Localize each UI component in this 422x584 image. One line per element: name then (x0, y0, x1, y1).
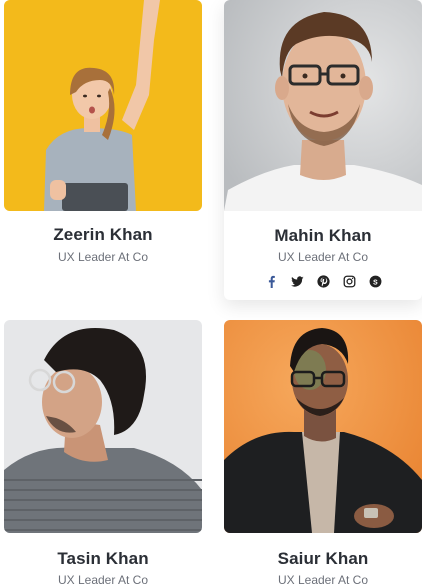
team-card-zeerin: Zeerin Khan UX Leader At Co (4, 0, 202, 300)
member-role: UX Leader At Co (57, 250, 149, 264)
member-role: UX Leader At Co (57, 573, 149, 584)
twitter-icon[interactable] (289, 273, 305, 289)
member-name: Saiur Khan (277, 549, 369, 568)
social-links (224, 273, 422, 289)
member-photo (224, 0, 422, 211)
team-card-saiur: Saiur Khan UX Leader At Co (224, 320, 422, 584)
member-photo (4, 320, 202, 533)
member-photo (224, 320, 422, 533)
team-card-tasin: Tasin Khan UX Leader At Co (4, 320, 202, 584)
team-card-mahin[interactable]: Mahin Khan UX Leader At Co (224, 0, 422, 300)
member-role: UX Leader At Co (277, 250, 369, 264)
member-name: Zeerin Khan (53, 225, 153, 244)
skype-icon[interactable] (367, 273, 383, 289)
member-name: Tasin Khan (57, 549, 149, 568)
facebook-icon[interactable] (263, 273, 279, 289)
member-photo (4, 0, 202, 211)
member-name: Mahin Khan (274, 226, 372, 245)
member-role: UX Leader At Co (277, 573, 369, 584)
instagram-icon[interactable] (341, 273, 357, 289)
pinterest-icon[interactable] (315, 273, 331, 289)
